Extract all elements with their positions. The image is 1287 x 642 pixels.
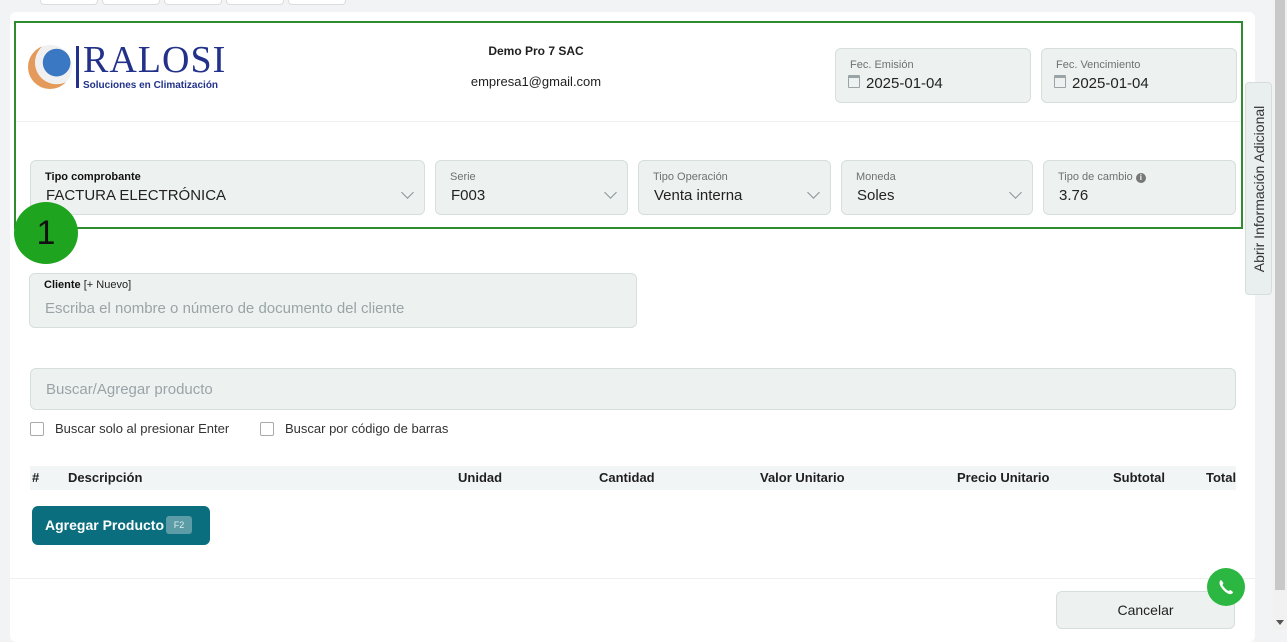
client-placeholder: Escriba el nombre o número de documento … [45,300,405,317]
enter-only-checkbox[interactable]: Buscar solo al presionar Enter [30,421,229,436]
scrollbar-thumb[interactable] [1275,0,1285,590]
client-search-input[interactable]: Cliente [+ Nuevo] Escriba el nombre o nú… [29,273,637,328]
annotation-badge: 1 [14,202,78,264]
col-subtotal: Subtotal [1113,470,1165,485]
checkbox-box[interactable] [260,421,274,436]
scroll-down-arrow-icon[interactable] [1276,620,1284,625]
col-number: # [32,470,40,485]
whatsapp-icon[interactable] [1207,568,1245,606]
cancel-button[interactable]: Cancelar [1056,591,1235,629]
additional-info-tab[interactable]: Abrir Información Adicional [1245,82,1272,295]
client-label: Cliente [+ Nuevo] [44,279,132,291]
add-product-button[interactable]: Agregar Producto F2 [32,506,210,545]
add-product-label: Agregar Producto [45,517,165,533]
new-client-link[interactable]: [+ Nuevo] [84,279,131,291]
products-table-header: # Descripción Unidad Cantidad Valor Unit… [30,466,1236,490]
col-unit: Unidad [458,470,503,485]
product-search-placeholder: Buscar/Agregar producto [46,381,213,398]
checkbox-box[interactable] [30,421,44,436]
col-description: Descripción [68,470,143,485]
product-search-input[interactable]: Buscar/Agregar producto [30,368,1236,410]
barcode-label: Buscar por código de barras [285,421,449,436]
shortcut-key-badge: F2 [166,516,192,534]
top-tabs [40,0,346,5]
enter-only-label: Buscar solo al presionar Enter [55,421,230,436]
col-unit-value: Valor Unitario [760,470,845,485]
col-unit-price: Precio Unitario [957,470,1050,485]
annotation-highlight-box [14,21,1243,229]
barcode-checkbox[interactable]: Buscar por código de barras [260,421,448,436]
scrollbar[interactable] [1273,0,1287,630]
col-total: Total [1206,470,1237,485]
footer-divider [10,578,1255,579]
additional-info-label: Abrir Información Adicional [1250,105,1267,272]
col-quantity: Cantidad [599,470,655,485]
